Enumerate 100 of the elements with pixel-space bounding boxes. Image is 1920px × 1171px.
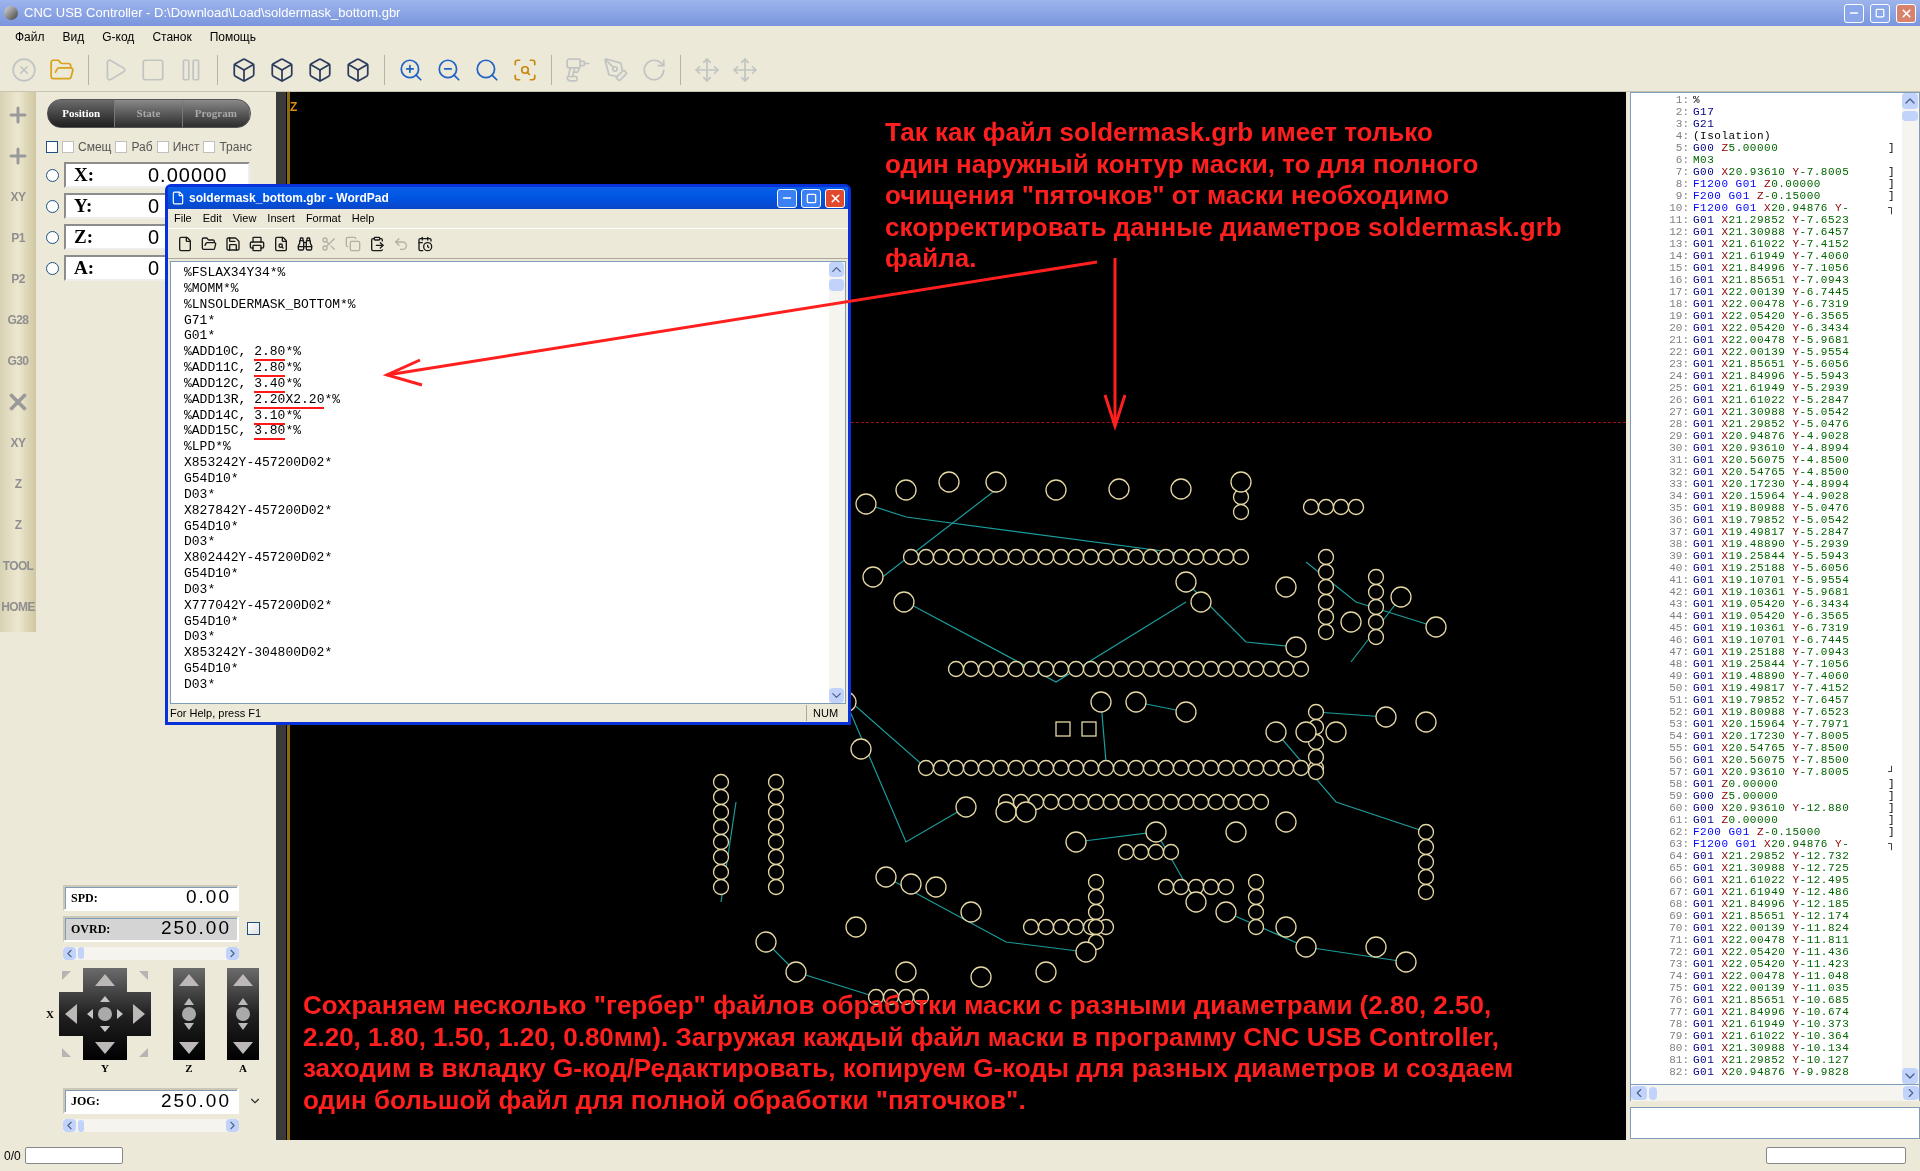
code-line: G01 X20.17230 Y-4.8994 <box>1693 478 1850 490</box>
scroll-thumb[interactable] <box>829 279 844 291</box>
radio-button[interactable] <box>46 230 59 244</box>
code-line: G01 X21.85651 Y-7.0943 <box>1693 274 1850 286</box>
code-line: G00 Z5.00000 <box>1693 142 1779 154</box>
line-number: 44: <box>1668 610 1690 622</box>
document-line: %LPD*% <box>184 439 231 456</box>
scroll-left-icon <box>1631 1086 1647 1100</box>
code-line: G01 X21.30988 Y-10.134 <box>1693 1042 1850 1054</box>
paste-icon <box>369 235 385 252</box>
document-line: G54D10* <box>184 613 239 630</box>
status-text: For Help, press F1 <box>170 705 263 721</box>
code-line: G00 X20.93610 Y-7.8005 <box>1693 166 1850 178</box>
scroll-thumb[interactable] <box>1902 111 1918 121</box>
code-line: G00 Z5.00000 <box>1693 790 1779 802</box>
tab[interactable]: Position <box>48 100 116 127</box>
code-line: G01 X22.00478 Y-5.9681 <box>1693 334 1850 346</box>
value-field[interactable]: JOG: 250.00 <box>63 1088 239 1114</box>
close-button[interactable] <box>1896 3 1916 23</box>
annotation-text: Так как файл soldermask.grb имеет только один наружный контур маски, то для полного очищения "пяточков" от маски необходимо скорректировать данные диаметров soldermask.grb файла. <box>885 117 1562 275</box>
line-number: 73: <box>1668 958 1690 970</box>
checkbox[interactable] <box>115 141 128 153</box>
fold-marker: ┘ <box>1888 766 1896 778</box>
code-line: G01 X19.80988 Y-5.0476 <box>1693 502 1850 514</box>
minimize-button[interactable] <box>777 188 797 208</box>
maximize-button[interactable] <box>801 188 821 208</box>
menu-item[interactable]: Файл <box>8 28 52 46</box>
line-number: 24: <box>1668 370 1690 382</box>
annotation-text: Сохраняем несколько "гербер" файлов обработки маски с разными диаметрами (2.80, 2.50, 2.20, 1.80, 1.50, 1.20, 0.80мм). Загружая каждый файл маски в программу CNC USB Controller, заходим в вкладку G-код/Редактировать, копируем G-коды для разных диаметров и создаем один большой файл для полной обработки "пяточков". <box>303 990 1514 1116</box>
line-number: 66: <box>1668 874 1690 886</box>
code-line: F1200 G01 X20.94876 Y- <box>1693 838 1850 850</box>
axis-value: 0.00000 <box>148 163 228 188</box>
checkbox[interactable] <box>247 922 260 935</box>
jog-slider-drawing[interactable] <box>173 967 205 1060</box>
line-number: 29: <box>1668 430 1690 442</box>
maximize-button[interactable] <box>1870 3 1890 23</box>
printer-button[interactable] <box>248 234 266 253</box>
calendar-clock-button[interactable] <box>416 234 434 253</box>
line-number: 74: <box>1668 970 1690 982</box>
code-line: G01 X21.29852 Y-5.0476 <box>1693 418 1850 430</box>
scroll-thumb[interactable] <box>1649 1086 1657 1100</box>
code-line: G01 X20.94876 Y-9.9828 <box>1693 1066 1850 1078</box>
code-line: G01 X21.61022 Y-7.4152 <box>1693 238 1850 250</box>
radio-button[interactable] <box>46 199 59 213</box>
jog-pad-drawing[interactable] <box>59 967 151 1060</box>
vertical-scrollbar[interactable] <box>829 262 845 703</box>
line-number: 52: <box>1668 706 1690 718</box>
axis-label: Z <box>290 99 298 116</box>
line-number: 48: <box>1668 658 1690 670</box>
paste-button[interactable] <box>368 234 386 253</box>
menu-item[interactable]: Вид <box>55 28 92 46</box>
scroll-thumb[interactable] <box>78 1119 84 1132</box>
menu-item[interactable]: Help <box>347 210 379 227</box>
scroll-down-icon <box>829 688 844 703</box>
checkbox[interactable] <box>46 141 58 153</box>
horizontal-scrollbar[interactable] <box>63 1119 239 1132</box>
horizontal-scrollbar[interactable] <box>1630 1085 1920 1101</box>
print-preview-icon <box>273 235 289 252</box>
menu-item[interactable]: Помощь <box>202 28 263 46</box>
vertical-scrollbar[interactable] <box>1902 93 1919 1084</box>
coordinate-field[interactable]: X: 0.00000 <box>64 162 250 188</box>
checkbox[interactable] <box>203 141 216 153</box>
close-button[interactable] <box>825 188 845 208</box>
jog-slider-drawing[interactable] <box>227 967 259 1060</box>
line-number: 51: <box>1668 694 1690 706</box>
code-line: G01 X19.48890 Y-7.4060 <box>1693 670 1850 682</box>
menu-item[interactable]: Format <box>301 210 345 227</box>
search-icon <box>474 56 500 83</box>
checkbox[interactable] <box>62 141 74 153</box>
menu-item[interactable]: G-код <box>95 28 142 46</box>
minimize-button[interactable] <box>1844 3 1864 23</box>
radio-button[interactable] <box>46 261 59 275</box>
scroll-thumb[interactable] <box>78 947 84 959</box>
folder-button[interactable] <box>200 234 218 253</box>
code-line: G01 X22.00478 Y-6.7319 <box>1693 298 1850 310</box>
document-line: G54D10* <box>184 661 239 677</box>
cube-icon <box>345 56 371 83</box>
code-line: F200 G01 Z-0.15000 <box>1693 826 1821 838</box>
menu-item[interactable]: Станок <box>145 28 199 46</box>
fold-marker: ] <box>1888 166 1896 178</box>
print-preview-button[interactable] <box>272 234 290 253</box>
line-number: 61: <box>1668 814 1690 826</box>
save-button[interactable] <box>224 234 242 253</box>
code-line: G01 X20.54765 Y-7.8500 <box>1693 742 1850 754</box>
zoom-in-icon <box>398 56 424 83</box>
value-field[interactable]: SPD: 0.00 <box>63 884 239 911</box>
code-line: G01 X21.85651 Y-12.174 <box>1693 910 1850 922</box>
menu-item[interactable]: Insert <box>263 210 299 227</box>
line-number: 75: <box>1668 982 1690 994</box>
input-field[interactable] <box>1630 1107 1920 1139</box>
value-field[interactable]: OVRD: 250.00 <box>63 915 239 942</box>
binoculars-button[interactable] <box>296 234 314 253</box>
jog-axis-label: Z <box>185 1060 193 1076</box>
radio-button[interactable] <box>46 168 59 182</box>
horizontal-scrollbar[interactable] <box>63 946 239 960</box>
checkbox[interactable] <box>156 141 169 153</box>
new-document-button[interactable] <box>176 234 194 253</box>
document-line: X802442Y-457200D02* <box>184 550 333 567</box>
line-number: 5: <box>1674 142 1690 154</box>
document-line: %LNSOLDERMASK_BOTTOM*% <box>184 296 356 313</box>
